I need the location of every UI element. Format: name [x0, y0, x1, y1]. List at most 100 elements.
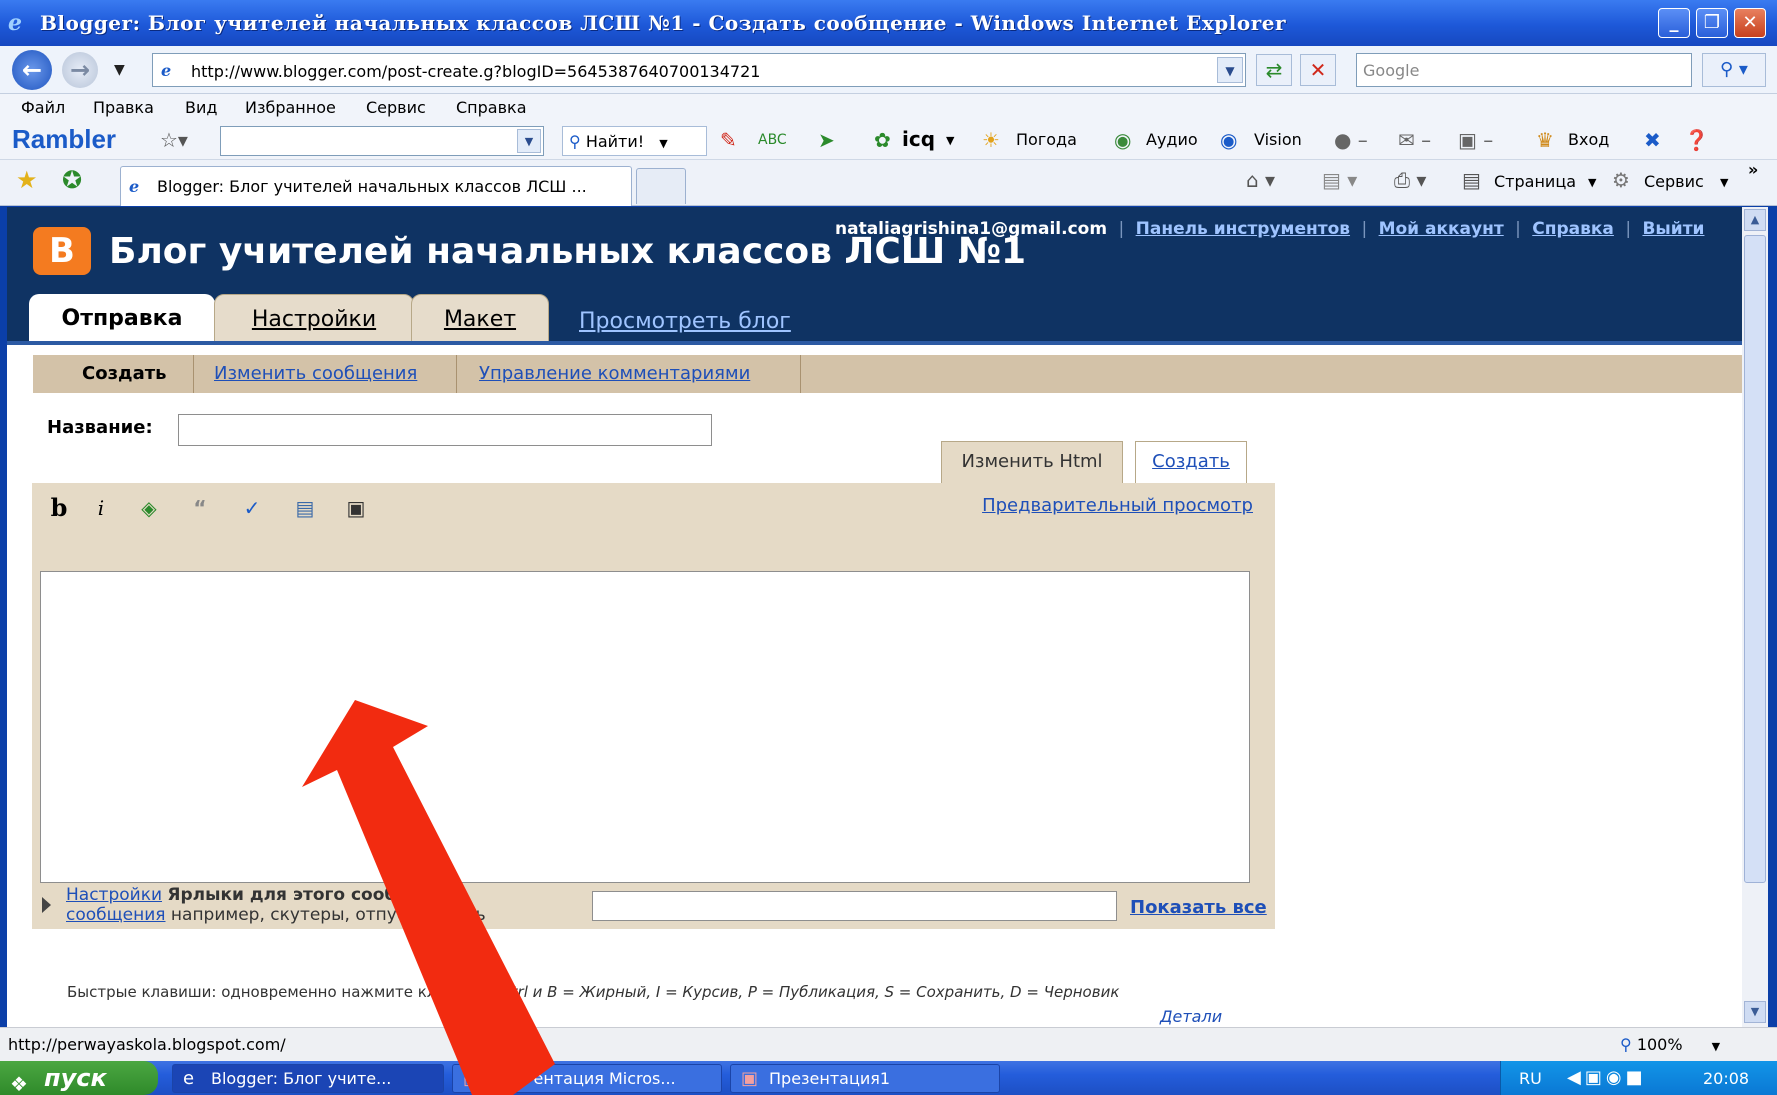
page-scrollbar[interactable]: ▲ ▼ [1742, 207, 1768, 1027]
subnav-create[interactable]: Создать [82, 363, 167, 384]
url-field[interactable]: e http://www.blogger.com/post-create.g?b… [152, 53, 1246, 87]
post-body-textarea[interactable] [40, 571, 1250, 883]
page-scroll-up-icon[interactable]: ▲ [1744, 209, 1766, 231]
rambler-find-button[interactable]: ⚲ Найти! ▼ [562, 126, 707, 156]
forward-button[interactable]: → [62, 52, 98, 88]
chat-icon[interactable]: ● – [1334, 128, 1368, 152]
stop-icon[interactable]: ✕ [1300, 54, 1336, 86]
blockquote-icon[interactable]: “ [185, 493, 215, 523]
menu-item-view[interactable]: Вид [185, 98, 217, 117]
language-indicator[interactable]: RU [1519, 1069, 1542, 1088]
taskbar-item-ie-label: Blogger: Блог учите... [211, 1069, 392, 1088]
close-button[interactable]: ✕ [1734, 8, 1766, 38]
history-dropdown-icon[interactable]: ▼ [114, 62, 125, 78]
settings-tools-icon[interactable]: ✖ [1644, 128, 1661, 152]
search-input[interactable]: Google [1356, 53, 1692, 87]
status-bar: http://perwayaskola.blogspot.com/ ⚲ 100%… [0, 1027, 1777, 1061]
spellcheck-icon[interactable]: ABC [758, 132, 787, 148]
taskbar-item-powerpoint-2-label: Презентация1 [769, 1069, 891, 1088]
rambler-logo[interactable]: Rambler [12, 124, 116, 155]
menu-item-tools[interactable]: Сервис [366, 98, 426, 117]
preview-link[interactable]: Предварительный просмотр [982, 495, 1253, 516]
help-icon[interactable]: ❓ [1684, 128, 1709, 152]
icq-button[interactable]: icq [902, 127, 935, 151]
maximize-button[interactable]: ❐ [1696, 8, 1728, 38]
audio-button[interactable]: Аудио [1146, 130, 1198, 149]
page-menu-button[interactable]: Страница [1494, 172, 1576, 191]
insert-video-icon[interactable]: ▣ [341, 493, 371, 523]
labels-input[interactable] [592, 891, 1117, 921]
icq-dropdown-icon[interactable]: ▼ [946, 134, 954, 147]
page-menu-dropdown-icon[interactable]: ▼ [1588, 176, 1596, 189]
blogger-logo-icon[interactable]: B [33, 227, 91, 275]
camera-icon[interactable]: ▣ – [1458, 128, 1493, 152]
login-button[interactable]: Вход [1568, 130, 1609, 149]
mail-icon[interactable]: ✉ – [1398, 128, 1431, 152]
weather-button[interactable]: Погода [1016, 130, 1077, 149]
page-scroll-thumb[interactable] [1744, 235, 1766, 883]
page-scroll-down-icon[interactable]: ▼ [1744, 1001, 1766, 1023]
clock: 20:08 [1703, 1069, 1750, 1088]
user-email: nataliagrishina1@gmail.com [835, 219, 1108, 239]
taskbar-item-powerpoint-1[interactable]: ▣ Пр... ентация Micros... [452, 1064, 722, 1093]
search-icon[interactable]: ⚲ ▾ [1702, 53, 1766, 87]
refresh-icon[interactable]: ⇄ [1256, 54, 1292, 86]
service-menu-button[interactable]: Сервис [1644, 172, 1704, 191]
overflow-chevron-icon[interactable]: » [1748, 160, 1758, 179]
tab-posting[interactable]: Отправка [29, 294, 215, 345]
home-icon[interactable]: ⌂ ▾ [1246, 168, 1275, 192]
browser-tab-active[interactable]: e Blogger: Блог учителей начальных класс… [120, 166, 632, 206]
tab-layout[interactable]: Макет [411, 294, 549, 345]
sign-out-link[interactable]: Выйти [1642, 219, 1704, 239]
menu-item-help[interactable]: Справка [456, 98, 527, 117]
minimize-button[interactable]: _ [1658, 8, 1690, 38]
subnav-edit-posts[interactable]: Изменить сообщения [214, 363, 417, 384]
taskbar-item-powerpoint-2[interactable]: ▣ Презентация1 [730, 1064, 1000, 1093]
back-button[interactable]: ← [12, 50, 52, 90]
rambler-search-input[interactable]: ▼ [220, 126, 544, 156]
post-options-link-2[interactable]: сообщения [66, 905, 166, 925]
shortcuts-details-link[interactable]: Детали [1160, 1007, 1222, 1026]
favorites-star-icon[interactable]: ★ [16, 166, 38, 194]
help-link[interactable]: Справка [1532, 219, 1614, 239]
tray-icons[interactable]: ◀▣◉■ [1567, 1067, 1647, 1088]
rambler-search-dropdown-icon[interactable]: ▼ [517, 129, 541, 153]
taskbar-item-ie[interactable]: e Blogger: Блог учите... [172, 1064, 444, 1093]
windows-flag-icon: ❖ [10, 1072, 28, 1095]
italic-button[interactable]: i [86, 493, 116, 523]
star-icon[interactable]: ☆▾ [160, 128, 188, 152]
post-title-input[interactable] [178, 414, 712, 446]
translate-icon[interactable]: ➤ [818, 128, 835, 152]
edit-html-tab[interactable]: Изменить Html [941, 441, 1123, 483]
menu-item-favorites[interactable]: Избранное [245, 98, 336, 117]
url-dropdown-icon[interactable]: ▼ [1217, 57, 1243, 83]
show-all-labels-link[interactable]: Показать все [1130, 897, 1267, 918]
bold-button[interactable]: b [44, 493, 74, 523]
service-menu-dropdown-icon[interactable]: ▼ [1720, 176, 1728, 189]
menu-item-file[interactable]: Файл [21, 98, 65, 117]
zoom-level: 100% [1636, 1035, 1683, 1054]
dashboard-link[interactable]: Панель инструментов [1136, 219, 1350, 239]
menu-item-edit[interactable]: Правка [93, 98, 154, 117]
powerpoint-icon: ▣ [741, 1068, 759, 1089]
my-account-link[interactable]: Мой аккаунт [1379, 219, 1504, 239]
zoom-control[interactable]: ⚲ 100% ▼ [1620, 1035, 1720, 1054]
compose-tab[interactable]: Создать [1135, 441, 1247, 483]
post-options-link-1[interactable]: Настройки [66, 885, 162, 905]
print-icon[interactable]: ⎙ ▾ [1394, 168, 1426, 192]
add-favorite-icon[interactable]: ✪ [62, 166, 82, 194]
zoom-dropdown-icon: ▼ [1711, 1040, 1721, 1053]
tab-settings[interactable]: Настройки [214, 294, 414, 345]
vision-button[interactable]: Vision [1254, 130, 1302, 149]
insert-image-icon[interactable]: ▤ [290, 493, 320, 523]
post-title-label: Название: [47, 417, 153, 438]
subnav-moderate-comments[interactable]: Управление комментариями [479, 363, 750, 384]
view-blog-link[interactable]: Просмотреть блог [579, 309, 791, 334]
link-icon[interactable]: ◈ [134, 493, 164, 523]
new-tab-button[interactable] [636, 168, 686, 204]
expand-triangle-icon[interactable] [42, 897, 51, 913]
spellcheck-button-icon[interactable]: ✓ [237, 493, 267, 523]
feeds-icon[interactable]: ▤ ▾ [1322, 168, 1357, 192]
start-button[interactable]: ❖ пуск [0, 1061, 158, 1095]
highlight-icon[interactable]: ✎ [720, 128, 737, 152]
